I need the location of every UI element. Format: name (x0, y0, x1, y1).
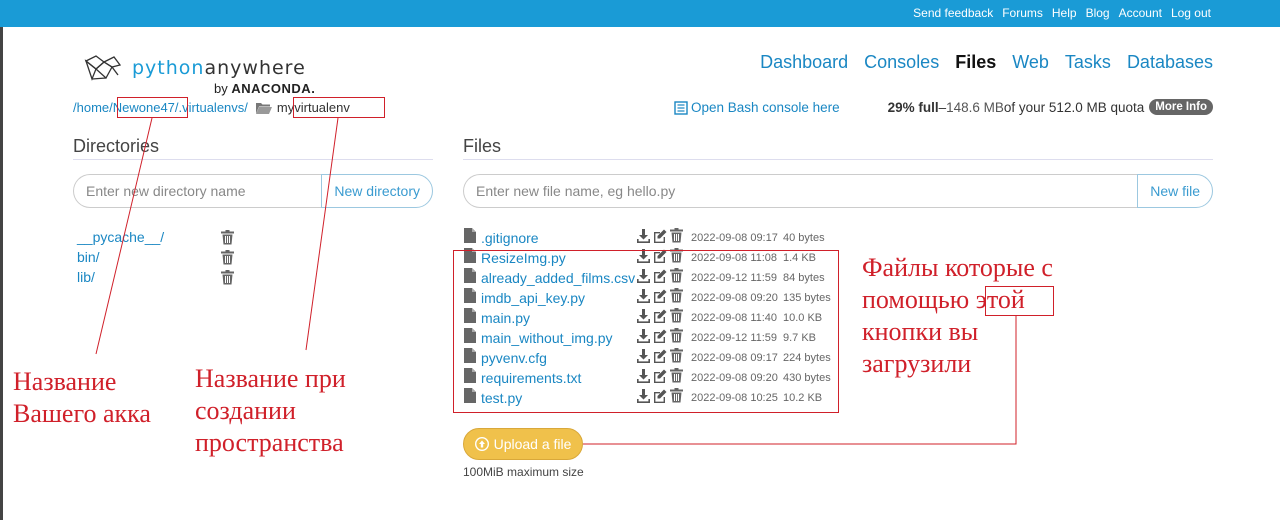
annotation-files-text: Файлы которые с помощью этой кнопки вы з… (862, 252, 1053, 380)
annotation-line: Название при (195, 364, 346, 393)
annotation-line: пространства (195, 428, 344, 457)
annotation-line: кнопки вы (862, 317, 979, 346)
annotation-line: Название (13, 367, 117, 396)
annotation-space-text: Название при создании пространства (195, 363, 346, 459)
annotation-line-account (95, 117, 153, 355)
annotation-line: Файлы которые с (862, 253, 1053, 282)
annotation-word: помощью (862, 285, 970, 314)
annotation-line: Вашего акка (13, 399, 151, 428)
annotation-lines (95, 117, 1017, 445)
annotation-line-space (305, 117, 339, 351)
annotation-account-text: Название Вашего акка (13, 366, 151, 430)
annotation-line: помощью этой (862, 284, 1053, 316)
annotation-word-highlight: этой (975, 285, 1025, 314)
annotation-line: загрузили (862, 349, 972, 378)
annotation-line: создании (195, 396, 296, 425)
